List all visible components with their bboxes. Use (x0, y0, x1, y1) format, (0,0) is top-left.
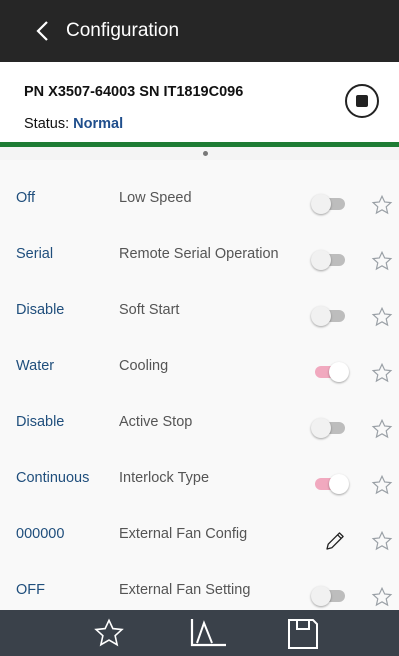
device-header: PN X3507-64003 SN IT1819C096 Status: Nor… (0, 62, 399, 142)
setting-label: Soft Start (119, 302, 180, 318)
setting-label: Cooling (119, 358, 169, 374)
setting-toggle[interactable] (311, 586, 349, 606)
status-value: Normal (73, 116, 124, 132)
favorite-star-icon[interactable] (371, 418, 393, 440)
setting-value: Serial (16, 246, 54, 262)
setting-label: Remote Serial Operation (119, 246, 279, 262)
setting-row[interactable]: Serial Remote Serial Operation (0, 216, 399, 272)
settings-list: Off Low Speed Serial Remote Serial Opera… (0, 160, 399, 610)
page-title: Configuration (66, 20, 180, 41)
back-arrow-icon[interactable] (32, 20, 54, 42)
setting-value: Water (16, 358, 55, 374)
setting-row[interactable]: Continuous Interlock Type (0, 440, 399, 496)
stop-icon (356, 95, 368, 107)
chart-icon[interactable] (188, 617, 228, 649)
favorite-star-icon[interactable] (371, 530, 393, 552)
setting-row[interactable]: Disable Soft Start (0, 272, 399, 328)
favorite-star-icon[interactable] (371, 586, 393, 608)
setting-value: Off (16, 190, 36, 206)
top-app-bar: Configuration (0, 0, 399, 62)
setting-value: Continuous (16, 470, 90, 486)
setting-toggle[interactable] (311, 250, 349, 270)
setting-toggle[interactable] (311, 306, 349, 326)
favorites-star-icon[interactable] (93, 617, 125, 649)
favorite-star-icon[interactable] (371, 362, 393, 384)
page-indicator (0, 147, 399, 160)
setting-value: Disable (16, 302, 65, 318)
favorite-star-icon[interactable] (371, 474, 393, 496)
setting-toggle[interactable] (311, 474, 349, 494)
setting-label: External Fan Config (119, 526, 248, 542)
setting-toggle[interactable] (311, 362, 349, 382)
page-dot (203, 151, 208, 156)
setting-row[interactable]: 000000 External Fan Config (0, 496, 399, 552)
favorite-star-icon[interactable] (371, 250, 393, 272)
device-identifier: PN X3507-64003 SN IT1819C096 (24, 84, 244, 100)
setting-row[interactable]: Off Low Speed (0, 160, 399, 216)
setting-row[interactable]: Water Cooling (0, 328, 399, 384)
setting-row[interactable]: Disable Active Stop (0, 384, 399, 440)
setting-value: OFF (16, 582, 45, 598)
edit-pencil-icon[interactable] (323, 529, 347, 553)
setting-value: Disable (16, 414, 65, 430)
status-label: Status: (24, 116, 74, 132)
setting-label: Active Stop (119, 414, 193, 430)
setting-label: External Fan Setting (119, 582, 251, 598)
stop-button[interactable] (345, 84, 379, 118)
setting-label: Low Speed (119, 190, 192, 206)
status-line: Status: Normal (24, 116, 123, 132)
setting-label: Interlock Type (119, 470, 210, 486)
favorite-star-icon[interactable] (371, 306, 393, 328)
setting-toggle[interactable] (311, 194, 349, 214)
setting-toggle[interactable] (311, 418, 349, 438)
setting-value: 000000 (16, 526, 65, 542)
save-icon[interactable] (286, 617, 320, 651)
favorite-star-icon[interactable] (371, 194, 393, 216)
bottom-navigation (0, 610, 399, 656)
setting-row[interactable]: OFF External Fan Setting (0, 552, 399, 608)
